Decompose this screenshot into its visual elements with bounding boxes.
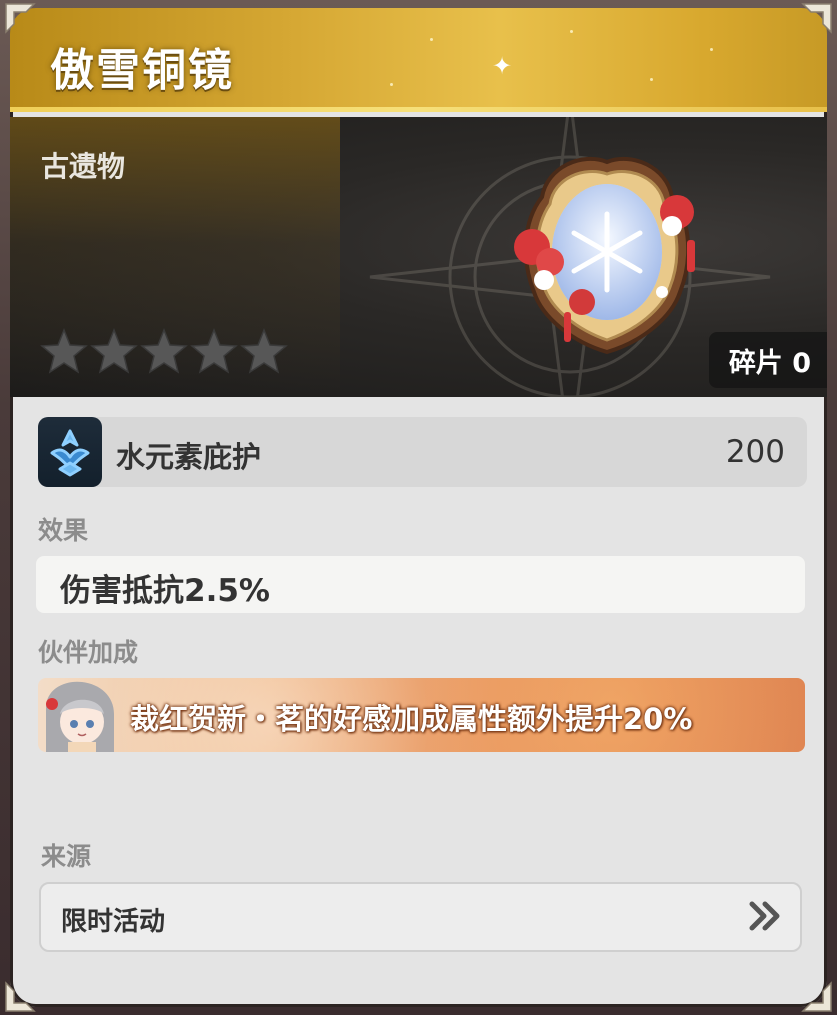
- sparkle-dot: [650, 78, 653, 81]
- companion-bonus-box: 裁红贺新・茗的好感加成属性额外提升20%: [38, 678, 805, 752]
- item-detail-card: ✦ 傲雪铜镜 古遗物 碎片 0 水元素庇护 200 效果 伤害抵抗2.5% 伙伴…: [10, 8, 827, 1007]
- source-label: 来源: [41, 842, 92, 871]
- star-empty-icon: [190, 327, 238, 374]
- sparkle-dot: [390, 83, 393, 86]
- star-empty-icon: [40, 327, 88, 374]
- sparkle-dot: [710, 48, 713, 51]
- star-empty-icon: [240, 327, 288, 374]
- item-category: 古遗物: [41, 150, 126, 183]
- attribute-name: 水元素庇护: [116, 440, 262, 474]
- sparkle-icon: ✦: [492, 52, 513, 80]
- double-chevron-right-icon[interactable]: [748, 898, 782, 934]
- corner-ornament-icon: [5, 3, 36, 34]
- item-title: 傲雪铜镜: [50, 45, 234, 96]
- shard-count: 碎片 0: [708, 332, 827, 388]
- item-hero-panel: 古遗物 碎片 0: [10, 117, 827, 397]
- corner-ornament-icon: [5, 981, 36, 1012]
- star-rating: [40, 327, 288, 375]
- snow-mirror-item-image: [514, 156, 695, 355]
- effect-text: 伤害抵抗2.5%: [60, 573, 270, 609]
- companion-bonus-text: 裁红贺新・茗的好感加成属性额外提升20%: [130, 702, 693, 736]
- sparkle-dot: [430, 38, 433, 41]
- attribute-row: 水元素庇护 200: [38, 417, 807, 487]
- corner-ornament-icon: [801, 3, 832, 34]
- source-link[interactable]: 限时活动: [39, 882, 802, 952]
- corner-ornament-icon: [801, 981, 832, 1012]
- attribute-value: 200: [725, 434, 785, 470]
- sparkle-dot: [570, 30, 573, 33]
- effect-box: 伤害抵抗2.5%: [36, 556, 805, 613]
- title-bar: ✦ 傲雪铜镜: [10, 8, 827, 112]
- companion-bonus-label: 伙伴加成: [38, 638, 139, 667]
- source-text: 限时活动: [61, 907, 166, 937]
- star-empty-icon: [140, 327, 188, 374]
- effect-label: 效果: [38, 516, 89, 545]
- star-empty-icon: [90, 327, 138, 374]
- companion-avatar: [46, 681, 114, 752]
- hydro-element-icon: [38, 417, 102, 487]
